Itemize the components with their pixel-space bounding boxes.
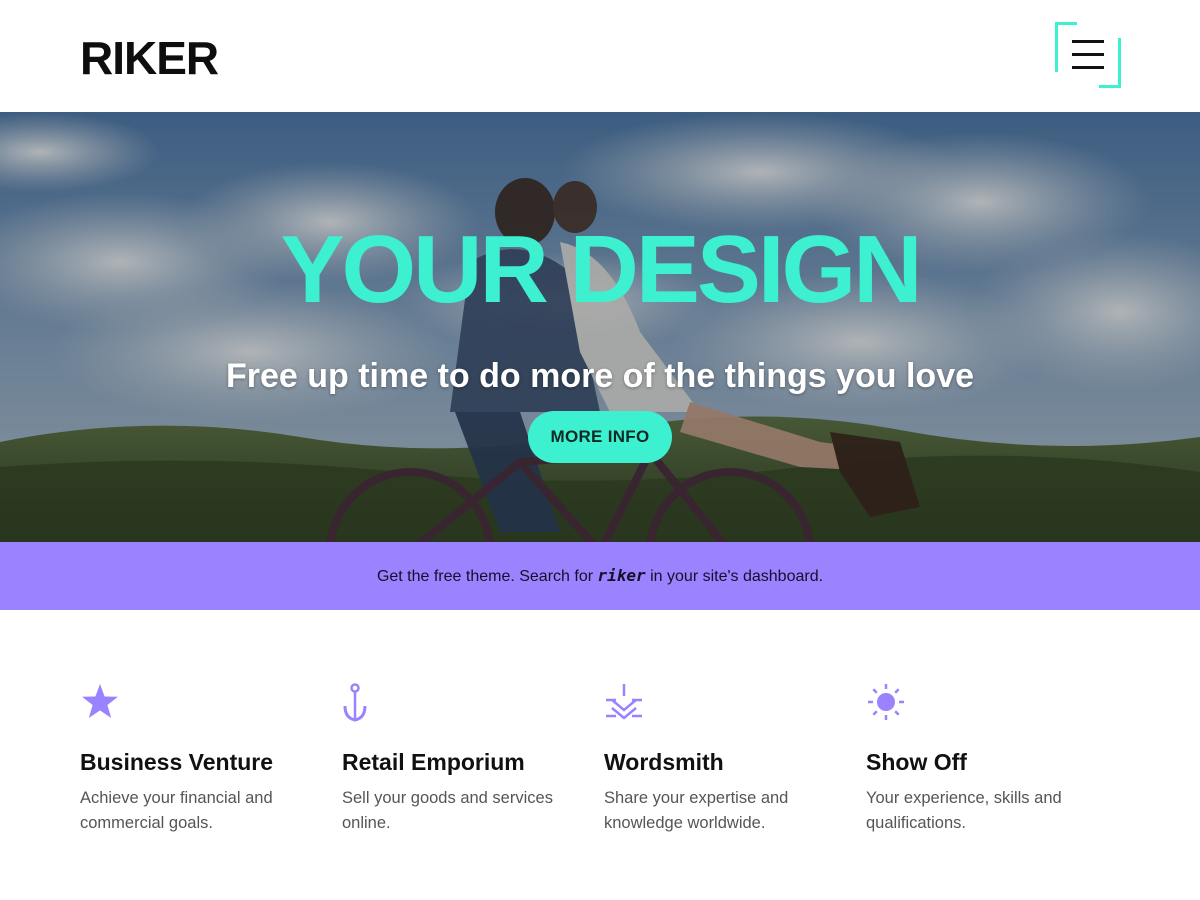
site-header: RIKER [0, 0, 1200, 112]
promo-banner: Get the free theme. Search for riker in … [0, 542, 1200, 610]
feature-title: Show Off [866, 749, 967, 775]
anchor-icon [343, 683, 367, 722]
features-section: Business Venture Achieve your financial … [80, 680, 1120, 860]
hero-subtitle: Free up time to do more of the things yo… [225, 357, 975, 395]
banner-prefix: Get the free theme. Search for [376, 568, 598, 585]
feature-show-off: Show Off Your experience, skills and qua… [866, 680, 1106, 836]
menu-button[interactable] [1055, 22, 1121, 88]
download-arrow-icon [606, 684, 642, 720]
feature-wordsmith: Wordsmith Share your expertise and knowl… [604, 680, 844, 836]
feature-business-venture: Business Venture Achieve your financial … [80, 680, 320, 836]
banner-suffix: in your site's dashboard. [645, 568, 824, 585]
feature-text: Achieve your financial and commercial go… [80, 789, 273, 832]
sun-icon [868, 684, 904, 720]
banner-keyword: riker [597, 566, 646, 585]
feature-text: Sell your goods and services online. [342, 789, 553, 832]
feature-title: Business Venture [80, 749, 274, 775]
site-logo[interactable]: RIKER [80, 32, 219, 84]
hamburger-menu-icon [1072, 40, 1104, 70]
star-icon [82, 684, 118, 718]
feature-title: Retail Emporium [342, 749, 525, 775]
feature-text: Your experience, skills and qualificatio… [866, 789, 1062, 832]
hero-section: YOUR DESIGN Free up time to do more of t… [0, 112, 1200, 542]
feature-title: Wordsmith [604, 749, 724, 775]
feature-retail-emporium: Retail Emporium Sell your goods and serv… [342, 680, 582, 836]
hero-overlay [0, 112, 1200, 542]
hero-title: YOUR DESIGN [280, 216, 922, 323]
feature-text: Share your expertise and knowledge world… [604, 789, 789, 832]
more-info-button[interactable]: MORE INFO [528, 411, 672, 463]
